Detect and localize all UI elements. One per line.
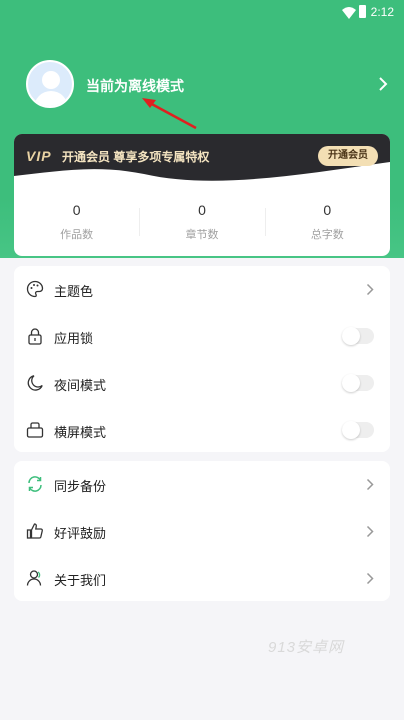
landscape-icon — [26, 422, 44, 438]
stat-label: 作品数 — [60, 229, 94, 241]
landscape-mode-toggle[interactable] — [342, 421, 374, 439]
annotation-arrow — [142, 98, 197, 130]
palette-icon — [26, 280, 44, 298]
watermark: 913安卓网 — [268, 639, 345, 656]
stats-row: 0 作品数 0 章节数 0 总字数 — [14, 198, 390, 248]
battery-icon — [359, 5, 366, 18]
stat-value: 0 — [72, 202, 81, 218]
settings-card: 主题色 应用锁 夜间模式 横屏模式 — [14, 266, 390, 452]
stat-works: 0 作品数 — [14, 198, 139, 248]
avatar[interactable] — [26, 60, 74, 108]
stat-label: 总字数 — [310, 229, 344, 241]
menu-item-label: 好评鼓励 — [54, 526, 107, 541]
vip-promo-text: 开通会员 尊享多项专属特权 — [62, 150, 210, 164]
stat-value: 0 — [323, 202, 332, 218]
menu-item-rate-us[interactable]: 好评鼓励 — [14, 508, 390, 555]
stat-chapters: 0 章节数 — [139, 198, 264, 248]
stat-label: 章节数 — [185, 229, 219, 241]
night-mode-toggle[interactable] — [342, 374, 374, 392]
menu-item-label: 横屏模式 — [54, 425, 107, 440]
menu-item-label: 夜间模式 — [54, 378, 107, 393]
moon-icon — [27, 375, 43, 391]
open-vip-button[interactable]: 开通会员 — [318, 146, 378, 166]
stat-word-count: 0 总字数 — [264, 198, 390, 248]
menu-item-landscape-mode[interactable]: 横屏模式 — [14, 407, 390, 454]
more-card: 同步备份 好评鼓励 关于我们 — [14, 461, 390, 601]
menu-item-label: 主题色 — [54, 284, 94, 299]
wifi-icon — [342, 7, 356, 19]
menu-item-sync-backup[interactable]: 同步备份 — [14, 461, 390, 508]
menu-item-label: 应用锁 — [54, 331, 94, 346]
chevron-right-icon — [366, 283, 374, 296]
menu-item-theme-color[interactable]: 主题色 — [14, 266, 390, 313]
profile-status-text: 当前为离线模式 — [86, 78, 184, 94]
status-bar: 2:12 — [0, 0, 404, 26]
lock-icon — [28, 328, 42, 345]
menu-item-label: 关于我们 — [54, 573, 107, 588]
menu-item-app-lock[interactable]: 应用锁 — [14, 313, 390, 360]
status-time: 2:12 — [370, 5, 394, 19]
vip-logo: VIP — [26, 148, 52, 164]
thumbs-up-icon — [26, 523, 43, 539]
vip-stats-card: VIP 开通会员 尊享多项专属特权 开通会员 0 作品数 0 章节数 0 总字数 — [14, 134, 390, 256]
app-lock-toggle[interactable] — [342, 327, 374, 345]
chevron-right-icon — [366, 525, 374, 538]
menu-item-night-mode[interactable]: 夜间模式 — [14, 360, 390, 407]
chevron-right-icon — [366, 572, 374, 585]
profile-row[interactable]: 当前为离线模式 — [26, 60, 396, 116]
user-icon — [26, 570, 42, 586]
menu-item-label: 同步备份 — [54, 479, 107, 494]
stat-value: 0 — [198, 202, 206, 218]
chevron-right-icon — [366, 478, 374, 491]
menu-item-about-us[interactable]: 关于我们 — [14, 555, 390, 602]
chevron-right-icon[interactable] — [378, 76, 388, 92]
sync-icon — [28, 476, 42, 492]
